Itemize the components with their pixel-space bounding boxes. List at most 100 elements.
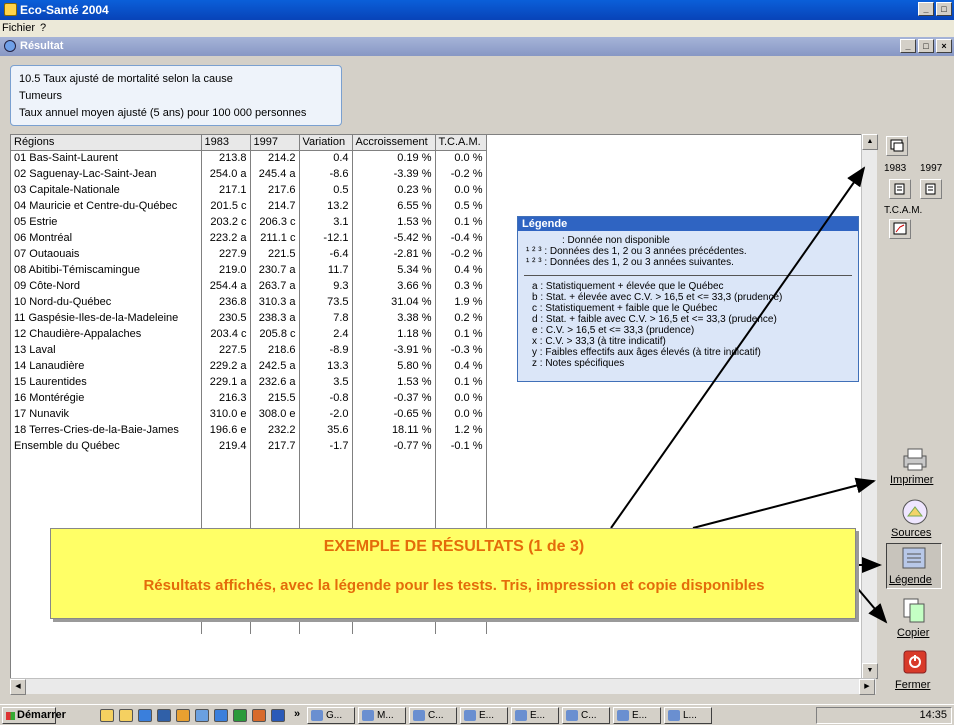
table-row[interactable]: 18 Terres-Cries-de-la-Baie-James 196.6 e2… (11, 422, 487, 438)
indicator-info-box: 10.5 Taux ajusté de mortalité selon la c… (10, 65, 342, 126)
col-header-variation[interactable]: Variation (299, 135, 353, 151)
table-row[interactable]: 14 Lanaudière 229.2 a 242.5 a 13.3 5.80 % 0.4… (11, 358, 487, 374)
legend-toggle-button[interactable]: Légende (886, 543, 942, 589)
task-label: C... (581, 710, 597, 721)
legend-next: ¹ ² ³ : Données des 1, 2 ou 3 années sui… (526, 257, 734, 268)
sort-1997-button[interactable] (920, 179, 942, 199)
sources-icon[interactable] (900, 498, 930, 529)
region-cell: 02 Saguenay-Lac-Saint-Jean (11, 166, 202, 182)
sort-1983-button[interactable] (889, 179, 911, 199)
sort-1983-label: 1983 (884, 163, 907, 174)
chevron-right-icon[interactable]: » (294, 708, 300, 720)
col-header-regions[interactable]: Régions (11, 135, 202, 151)
vertical-scrollbar[interactable]: ▲ ▼ (861, 134, 878, 679)
taskbar-task-button[interactable]: E... (460, 707, 508, 724)
value-cell: 203.4 c (201, 326, 251, 342)
value-cell: 206.3 c (250, 214, 300, 230)
child-minimize-button[interactable]: _ (900, 39, 916, 53)
value-cell: 232.2 (250, 422, 300, 438)
taskbar-task-button[interactable]: E... (511, 707, 559, 724)
quicklaunch-icon[interactable] (119, 709, 133, 722)
quicklaunch-icon[interactable] (252, 709, 266, 722)
quicklaunch-icon[interactable] (195, 709, 209, 722)
value-cell: -5.42 % (352, 230, 436, 246)
quicklaunch-icon[interactable] (138, 709, 152, 722)
scroll-down-button[interactable]: ▼ (862, 663, 878, 679)
quicklaunch-icon[interactable] (176, 709, 190, 722)
maximize-button[interactable]: □ (936, 2, 952, 16)
table-row[interactable]: 04 Mauricie et Centre-du-Québec 201.5 c 21… (11, 198, 487, 214)
col-header-1997[interactable]: 1997 (250, 135, 300, 151)
quicklaunch-icon[interactable] (271, 709, 285, 722)
table-row[interactable]: 11 Gaspésie-Iles-de-la-Madeleine 230.5 238… (11, 310, 487, 326)
col-header-tcam[interactable]: T.C.A.M. (435, 135, 487, 151)
value-cell: 229.2 a (201, 358, 251, 374)
col-header-accroissement[interactable]: Accroissement (352, 135, 436, 151)
taskbar-task-button[interactable]: G... (307, 707, 355, 724)
table-row[interactable]: 07 Outaouais 227.9 221.5 -6.4 -2.81 % -0.2 % (11, 246, 487, 262)
close-icon[interactable] (903, 650, 927, 677)
child-restore-button[interactable]: □ (918, 39, 934, 53)
table-row[interactable]: 10 Nord-du-Québec 236.8 310.3 a 73.5 31.04 %… (11, 294, 487, 310)
quicklaunch-icon[interactable] (233, 709, 247, 722)
table-row[interactable]: 13 Laval 227.5 218.6 -8.9 -3.91 % -0.3 % (11, 342, 487, 358)
value-cell: 3.38 % (352, 310, 436, 326)
quicklaunch-icon[interactable] (157, 709, 171, 722)
scroll-right-button[interactable]: ▶ (859, 679, 875, 695)
taskbar-task-button[interactable]: E... (613, 707, 661, 724)
value-cell: 1.53 % (352, 374, 436, 390)
table-row[interactable]: 02 Saguenay-Lac-Saint-Jean 254.0 a 245.4 a… (11, 166, 487, 182)
table-row[interactable]: 17 Nunavik 310.0 e 308.0 e -2.0 -0.65 % 0.0 % (11, 406, 487, 422)
region-cell: 04 Mauricie et Centre-du-Québec (11, 198, 202, 214)
quicklaunch-icon[interactable] (100, 709, 114, 722)
scroll-up-button[interactable]: ▲ (862, 134, 878, 150)
value-cell: -1.7 (299, 438, 353, 454)
menu-fichier[interactable]: Fichier (2, 22, 35, 34)
table-row[interactable]: 16 Montérégie 216.3 215.5 -0.8 -0.37 % 0.0 % (11, 390, 487, 406)
print-button[interactable]: Imprimer (890, 474, 933, 486)
callout-title: EXEMPLE DE RÉSULTATS (1 de 3) (323, 538, 585, 555)
taskbar-task-button[interactable]: M... (358, 707, 406, 724)
close-button[interactable]: Fermer (895, 679, 930, 691)
quicklaunch-icon[interactable] (214, 709, 228, 722)
table-row[interactable]: Ensemble du Québec 219.4 217.7 -1.7 -0.77 % -… (11, 438, 487, 454)
copy-button[interactable]: Copier (897, 627, 929, 639)
value-cell: 0.4 (299, 150, 353, 166)
table-row[interactable]: 08 Abitibi-Témiscamingue 219.0 230.7 a 11.7… (11, 262, 487, 278)
table-row[interactable]: 03 Capitale-Nationale 217.1 217.6 0.5 0.23 %… (11, 182, 487, 198)
taskbar-task-button[interactable]: C... (409, 707, 457, 724)
table-row[interactable]: 05 Estrie 203.2 c 206.3 c 3.1 1.53 % 0.1 % (11, 214, 487, 230)
taskbar-task-button[interactable]: C... (562, 707, 610, 724)
tcam-chart-button[interactable] (889, 219, 911, 239)
example-callout: EXEMPLE DE RÉSULTATS (1 de 3) Résultats … (50, 528, 856, 619)
col-header-1983[interactable]: 1983 (201, 135, 251, 151)
copy-icon[interactable] (900, 596, 928, 627)
scroll-left-button[interactable]: ◀ (10, 679, 26, 695)
value-cell: 0.1 % (435, 326, 487, 342)
child-close-button[interactable]: × (936, 39, 952, 53)
value-cell: -2.0 (299, 406, 353, 422)
value-cell: 230.7 a (250, 262, 300, 278)
task-label: E... (632, 710, 648, 721)
menu-bar: Fichier ? (0, 20, 954, 37)
taskbar-task-button[interactable]: L... (664, 707, 712, 724)
table-row[interactable]: 15 Laurentides 229.1 a 232.6 a 3.5 1.53 % 0.1… (11, 374, 487, 390)
result-window-title-bar: Résultat _ □ × (0, 37, 954, 56)
table-row[interactable]: 06 Montréal 223.2 a 211.1 c -12.1 -5.42 % -0.… (11, 230, 487, 246)
print-icon[interactable] (900, 446, 930, 475)
window-mode-button[interactable] (886, 136, 908, 156)
table-row[interactable]: 12 Chaudière-Appalaches 203.4 c 205.8 c 2.4… (11, 326, 487, 342)
minimize-button[interactable]: _ (918, 2, 934, 16)
table-row[interactable]: 01 Bas-Saint-Laurent 213.8 214.2 0.4 0.19 % 0… (11, 150, 487, 166)
indicator-title: 10.5 Taux ajusté de mortalité selon la c… (19, 73, 233, 85)
table-row[interactable]: 09 Côte-Nord 254.4 a 263.7 a 9.3 3.66 % 0.3 % (11, 278, 487, 294)
sources-button[interactable]: Sources (891, 527, 931, 539)
window-icon (890, 139, 904, 152)
start-button[interactable]: Démarrer (2, 707, 66, 724)
region-cell: 01 Bas-Saint-Laurent (11, 150, 202, 166)
horizontal-scrollbar[interactable]: ◀ ▶ (10, 678, 876, 695)
value-cell: -3.39 % (352, 166, 436, 182)
menu-help[interactable]: ? (40, 22, 46, 34)
value-cell: 0.5 (299, 182, 353, 198)
value-cell: 223.2 a (201, 230, 251, 246)
